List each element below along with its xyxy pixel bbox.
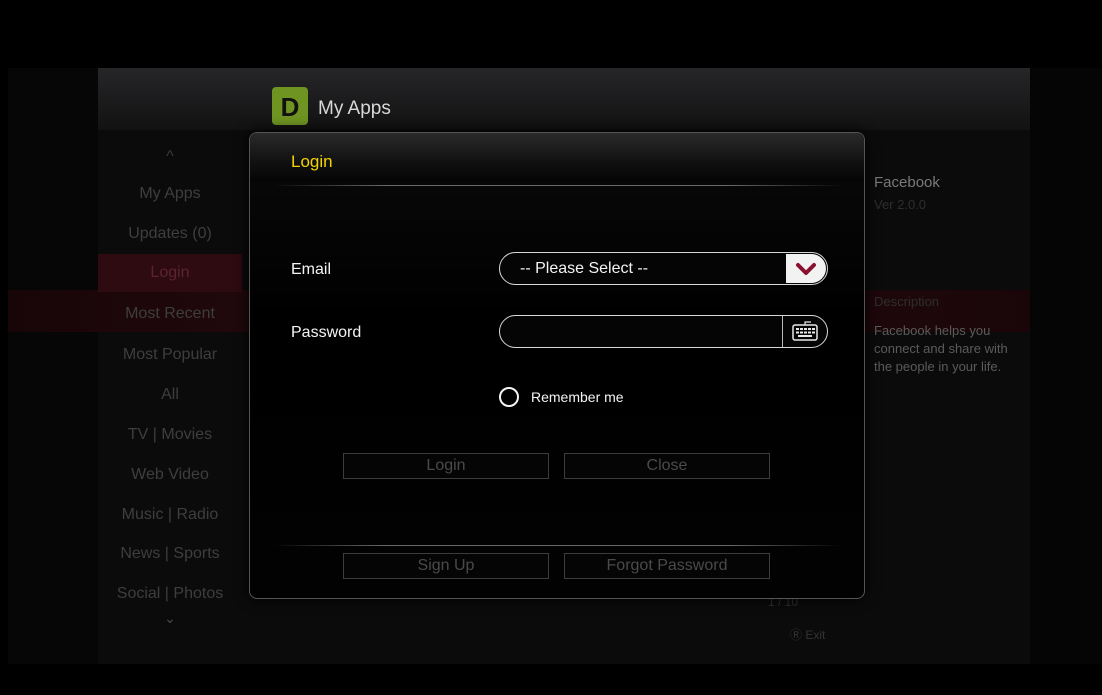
- sidebar: ^ My Apps Updates (0) Login Most Recent …: [98, 148, 242, 628]
- app-logo: D: [272, 87, 308, 125]
- right-panel: [1030, 68, 1102, 664]
- email-label: Email: [291, 261, 332, 278]
- scroll-down-icon[interactable]: ⌄: [98, 610, 242, 627]
- exit-icon: Ⓡ: [790, 628, 803, 642]
- top-band: [8, 68, 1102, 130]
- sidebar-item-login[interactable]: Login: [98, 254, 242, 292]
- close-button[interactable]: Close: [564, 453, 770, 479]
- login-dialog: Login Email -- Please Select -- Password: [249, 132, 865, 599]
- scroll-up-icon[interactable]: ^: [98, 148, 242, 166]
- password-field[interactable]: [499, 315, 828, 348]
- remember-me-radio[interactable]: [499, 387, 519, 407]
- app-name: Facebook: [874, 174, 940, 191]
- dialog-header: [250, 133, 864, 181]
- forgot-password-button[interactable]: Forgot Password: [564, 553, 770, 579]
- sidebar-item-web-video[interactable]: Web Video: [98, 456, 242, 494]
- sidebar-item-most-recent[interactable]: Most Recent: [98, 295, 242, 333]
- sidebar-item-social-photos[interactable]: Social | Photos: [98, 575, 242, 613]
- sign-up-button[interactable]: Sign Up: [343, 553, 549, 579]
- description-text: Facebook helps you connect and share wit…: [874, 323, 1008, 374]
- email-select[interactable]: -- Please Select --: [499, 252, 828, 285]
- exit-label: Exit: [805, 628, 826, 642]
- left-panel: [8, 68, 98, 664]
- email-select-value: -- Please Select --: [520, 260, 649, 277]
- app-version: Ver 2.0.0: [874, 197, 927, 212]
- sidebar-item-my-apps[interactable]: My Apps: [98, 175, 242, 213]
- password-label: Password: [291, 324, 362, 341]
- login-button[interactable]: Login: [343, 453, 549, 479]
- sidebar-item-updates[interactable]: Updates (0): [98, 215, 242, 253]
- header-divider: [272, 185, 842, 186]
- description-label: Description: [874, 294, 940, 309]
- dialog-title: Login: [291, 152, 333, 171]
- chevron-down-icon: [796, 263, 816, 275]
- sidebar-item-news-sports[interactable]: News | Sports: [98, 535, 242, 573]
- keyboard-icon: [792, 321, 818, 341]
- footer-divider: [272, 545, 842, 546]
- sidebar-item-most-popular[interactable]: Most Popular: [98, 336, 242, 374]
- sidebar-item-tv-movies[interactable]: TV | Movies: [98, 416, 242, 454]
- app-detail-panel: Facebook Ver 2.0.0 Description Facebook …: [874, 174, 1024, 374]
- exit-hint[interactable]: Ⓡ Exit: [790, 626, 825, 643]
- app-title: My Apps: [318, 98, 391, 119]
- keyboard-button[interactable]: [782, 316, 827, 347]
- sidebar-item-music-radio[interactable]: Music | Radio: [98, 496, 242, 534]
- sidebar-item-all[interactable]: All: [98, 376, 242, 414]
- remember-me-label: Remember me: [531, 389, 624, 405]
- email-dropdown-button[interactable]: [786, 254, 826, 283]
